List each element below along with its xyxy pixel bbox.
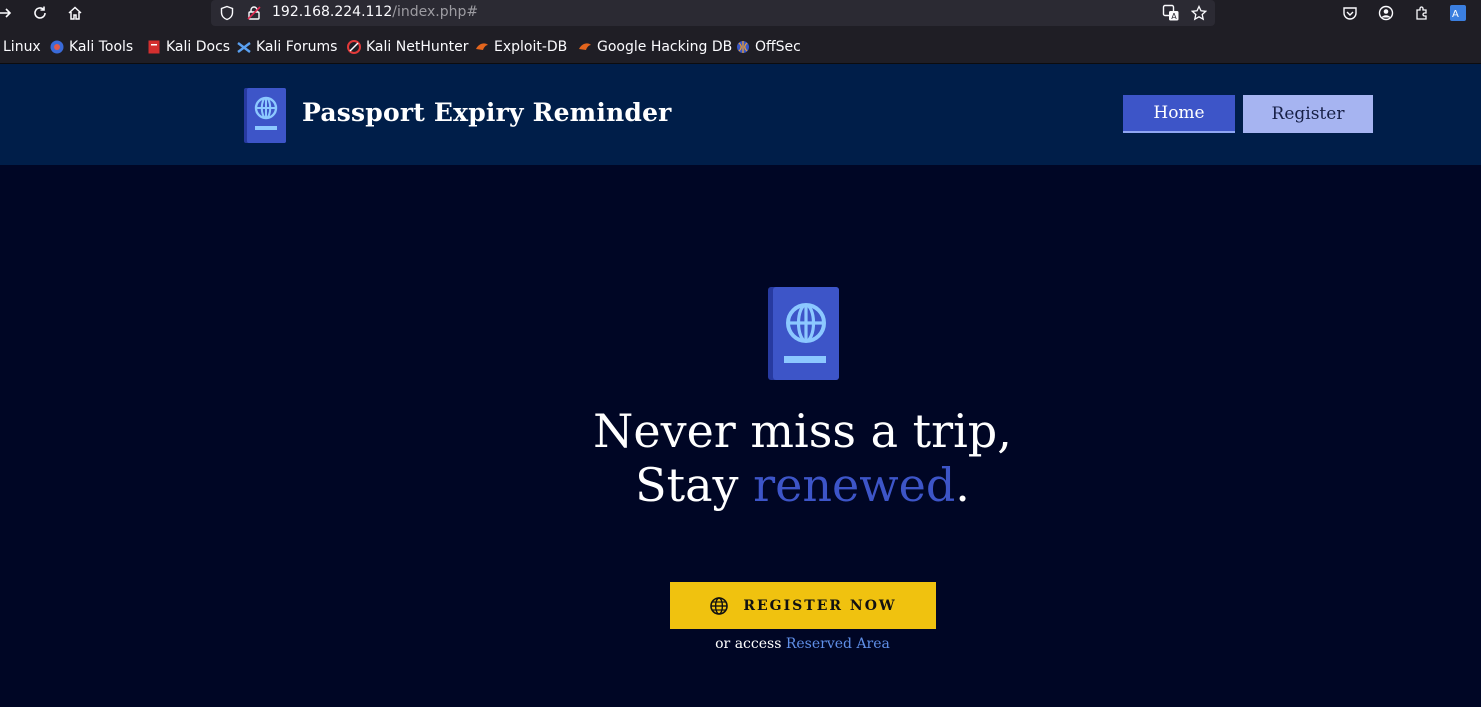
bookmark-label: Exploit-DB: [494, 39, 568, 55]
nav-register-button[interactable]: Register: [1243, 95, 1373, 133]
url-host: 192.168.224.112: [272, 4, 393, 20]
bookmark-kali-nethunter[interactable]: Kali NetHunter: [347, 37, 468, 57]
headline-line-2-prefix: Stay: [635, 458, 754, 512]
exploit-db-icon: [476, 43, 488, 50]
kali-tools-icon: [50, 40, 64, 54]
kali-nethunter-icon: [347, 40, 361, 54]
bookmark-label: Kali NetHunter: [366, 39, 469, 55]
passport-logo-icon[interactable]: [244, 88, 286, 143]
access-prefix: or access: [715, 636, 786, 652]
reserved-area-link[interactable]: Reserved Area: [786, 636, 890, 652]
insecure-lock-icon[interactable]: [243, 2, 265, 24]
bookmark-star-icon[interactable]: [1188, 2, 1210, 24]
kali-docs-icon: [148, 40, 160, 54]
account-icon[interactable]: [1375, 2, 1397, 24]
reload-icon[interactable]: [29, 2, 51, 24]
kali-forums-icon: [237, 42, 251, 53]
site-header: Passport Expiry Reminder Home Register: [0, 64, 1481, 165]
shield-icon[interactable]: [216, 2, 238, 24]
bookmarks-bar: Linux Kali Tools Kali Docs Kali Forums K…: [0, 27, 1481, 64]
url-text[interactable]: 192.168.224.112/index.php#: [272, 4, 478, 20]
headline-line-1: Never miss a trip,: [593, 404, 1012, 458]
ghdb-icon: [579, 43, 591, 50]
bookmark-kali-forums[interactable]: Kali Forums: [237, 37, 337, 57]
bookmark-linux[interactable]: Linux: [3, 37, 41, 57]
svg-text:A: A: [1171, 12, 1177, 21]
bookmark-offsec[interactable]: OffSec: [736, 37, 801, 57]
bookmark-label: Kali Tools: [69, 39, 134, 55]
bookmark-exploit-db[interactable]: Exploit-DB: [475, 37, 567, 57]
url-bar[interactable]: 192.168.224.112/index.php# A: [211, 0, 1215, 26]
register-now-button[interactable]: REGISTER NOW: [670, 582, 936, 629]
translate-extension-icon[interactable]: A: [1447, 2, 1469, 24]
forward-icon[interactable]: [0, 2, 16, 24]
translate-icon[interactable]: A: [1160, 2, 1182, 24]
bookmark-google-hacking-db[interactable]: Google Hacking DB: [578, 37, 732, 57]
browser-toolbar: 192.168.224.112/index.php# A A: [0, 0, 1481, 27]
register-now-label: REGISTER NOW: [743, 597, 897, 614]
bookmark-label: OffSec: [755, 39, 801, 55]
url-path: /index.php#: [392, 4, 479, 20]
access-line: or access Reserved Area: [0, 636, 1481, 652]
bookmark-label: Google Hacking DB: [597, 39, 733, 55]
hero-headline: Never miss a trip, Stay renewed.: [0, 404, 1481, 512]
passport-icon: [768, 287, 840, 381]
offsec-icon: [737, 41, 749, 53]
home-icon[interactable]: [64, 2, 86, 24]
svg-text:A: A: [1452, 9, 1459, 20]
headline-line-2-suffix: .: [955, 458, 970, 512]
bookmark-kali-docs[interactable]: Kali Docs: [147, 37, 230, 57]
pocket-icon[interactable]: [1339, 2, 1361, 24]
bookmark-label: Kali Forums: [256, 39, 338, 55]
bookmark-kali-tools[interactable]: Kali Tools: [50, 37, 133, 57]
nav-home-button[interactable]: Home: [1123, 95, 1235, 133]
brand-title[interactable]: Passport Expiry Reminder: [302, 98, 672, 127]
bookmark-label: Kali Docs: [166, 39, 231, 55]
extensions-icon[interactable]: [1411, 2, 1433, 24]
bookmark-label: Linux: [3, 39, 41, 55]
globe-icon: [710, 596, 729, 615]
headline-accent: renewed: [753, 458, 956, 512]
